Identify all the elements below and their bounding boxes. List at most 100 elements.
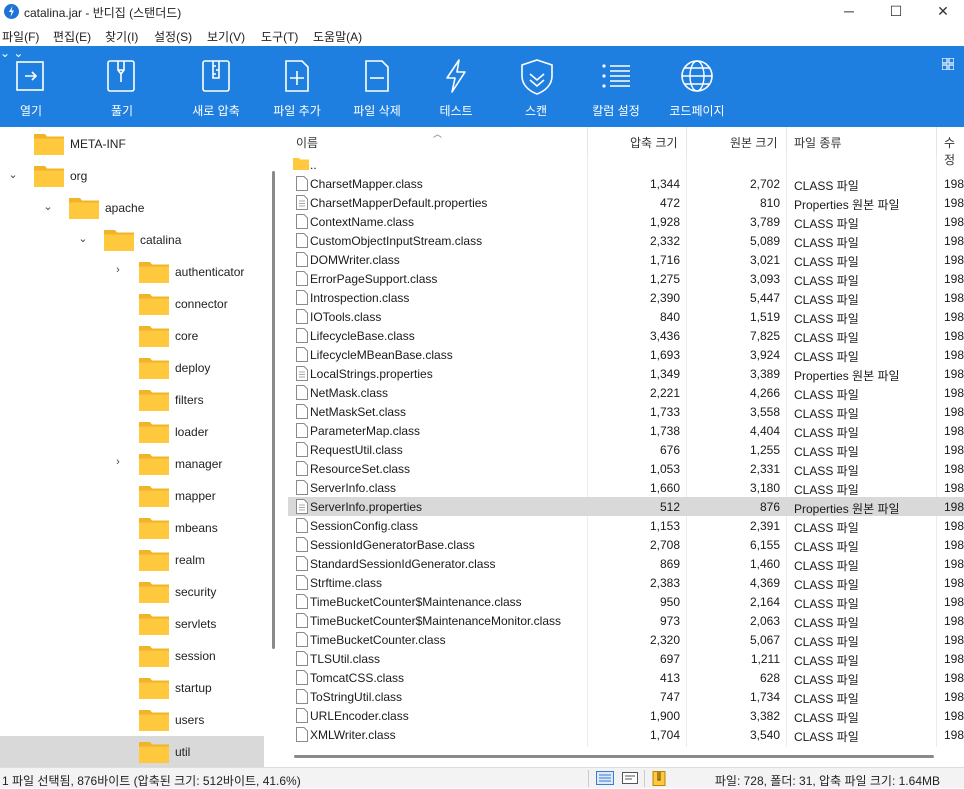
add-file-button[interactable]: 파일 추가 — [264, 46, 330, 127]
file-row[interactable]: Introspection.class 2,390 5,447 CLASS 파일 198 — [288, 288, 964, 307]
delete-file-button[interactable]: 파일 삭제 — [344, 46, 410, 127]
file-row[interactable]: IOTools.class 840 1,519 CLASS 파일 198 — [288, 307, 964, 326]
file-type: CLASS 파일 — [794, 578, 859, 592]
tree-item[interactable]: realm — [0, 544, 264, 576]
tree-item[interactable]: loader — [0, 416, 264, 448]
tree-item[interactable]: › authenticator — [0, 256, 264, 288]
tree-item[interactable]: users — [0, 704, 264, 736]
file-row[interactable]: DOMWriter.class 1,716 3,021 CLASS 파일 198 — [288, 250, 964, 269]
column-settings-button[interactable]: 칼럼 설정 — [584, 46, 648, 127]
file-name: Strftime.class — [310, 576, 383, 590]
file-row[interactable]: XMLWriter.class 1,704 3,540 CLASS 파일 198 — [288, 725, 964, 744]
file-row[interactable]: TLSUtil.class 697 1,211 CLASS 파일 198 — [288, 649, 964, 668]
tree-item[interactable]: › manager — [0, 448, 264, 480]
menu-file[interactable]: 파일(F) — [2, 28, 39, 45]
file-row[interactable]: TimeBucketCounter.class 2,320 5,067 CLASS 파… — [288, 630, 964, 649]
file-row[interactable]: LifecycleBase.class 3,436 7,825 CLASS 파일 198 — [288, 326, 964, 345]
chevron-down-icon[interactable]: ⌄ — [77, 232, 89, 245]
tree-item-label: mbeans — [175, 521, 218, 535]
column-divider[interactable] — [936, 127, 937, 155]
column-divider[interactable] — [686, 127, 687, 155]
tree-item[interactable]: session — [0, 640, 264, 672]
file-row[interactable]: ErrorPageSupport.class 1,275 3,093 CLASS 파일… — [288, 269, 964, 288]
folder-icon — [139, 390, 169, 411]
modified-date: 198 — [944, 234, 964, 248]
column-divider[interactable] — [587, 127, 588, 155]
scan-button[interactable]: 스캔 — [506, 46, 566, 127]
tree-item[interactable]: filters — [0, 384, 264, 416]
tree-item[interactable]: mapper — [0, 480, 264, 512]
new-archive-button[interactable]: 새로 압축 — [184, 46, 248, 127]
tree-item[interactable]: deploy — [0, 352, 264, 384]
open-button[interactable]: 열기 — [0, 46, 62, 127]
menu-find[interactable]: 찾기(I) — [105, 28, 138, 45]
tree-item[interactable]: META-INF — [0, 128, 264, 160]
chevron-down-icon[interactable]: ⌄ — [7, 168, 19, 181]
tree-item[interactable]: ⌄ catalina — [0, 224, 264, 256]
tree-item[interactable]: ⌄ apache — [0, 192, 264, 224]
tree-item[interactable]: mbeans — [0, 512, 264, 544]
details-view-icon[interactable] — [596, 771, 614, 785]
tree-item[interactable]: startup — [0, 672, 264, 704]
column-divider[interactable] — [786, 127, 787, 155]
layout-grid-icon[interactable] — [942, 58, 954, 70]
tree-item[interactable]: connector — [0, 288, 264, 320]
file-row[interactable]: TomcatCSS.class 413 628 CLASS 파일 198 — [288, 668, 964, 687]
file-row[interactable]: CharsetMapper.class 1,344 2,702 CLASS 파일 198 — [288, 174, 964, 193]
compressed-size: 697 — [659, 652, 680, 666]
folder-icon — [34, 134, 64, 155]
maximize-button[interactable]: ☐ — [873, 0, 919, 24]
file-row[interactable]: LifecycleMBeanBase.class 1,693 3,924 CLASS … — [288, 345, 964, 364]
original-size: 4,404 — [749, 424, 780, 438]
chevron-down-icon[interactable]: ⌄ — [42, 200, 54, 213]
column-header-file-type[interactable]: 파일 종류 — [794, 134, 842, 151]
file-row[interactable]: Strftime.class 2,383 4,369 CLASS 파일 198 — [288, 573, 964, 592]
tree-item[interactable]: ⌄ org — [0, 160, 264, 192]
file-name: XMLWriter.class — [310, 728, 396, 742]
file-row[interactable]: RequestUtil.class 676 1,255 CLASS 파일 198 — [288, 440, 964, 459]
file-row[interactable]: CustomObjectInputStream.class 2,332 5,089 C… — [288, 231, 964, 250]
file-row[interactable]: CharsetMapperDefault.properties 472 810 Pro… — [288, 193, 964, 212]
close-button[interactable]: ✕ — [920, 0, 964, 24]
file-row[interactable]: StandardSessionIdGenerator.class 869 1,460… — [288, 554, 964, 573]
chevron-right-icon[interactable]: › — [112, 264, 124, 276]
menu-settings[interactable]: 설정(S) — [154, 28, 192, 45]
tree-item[interactable]: security — [0, 576, 264, 608]
file-row[interactable]: TimeBucketCounter$Maintenance.class 950 2,… — [288, 592, 964, 611]
preview-pane-icon[interactable] — [622, 771, 638, 785]
menu-help[interactable]: 도움말(A) — [313, 28, 362, 45]
tree-item[interactable]: util — [0, 736, 264, 767]
menu-view[interactable]: 보기(V) — [207, 28, 245, 45]
horizontal-scrollbar[interactable] — [294, 755, 934, 758]
codepage-button[interactable]: 코드페이지 — [662, 46, 732, 127]
modified-date: 198 — [944, 329, 964, 343]
file-list-header: ︿ 이름 압축 크기 원본 크기 파일 종류 수정 — [288, 127, 964, 167]
chevron-right-icon[interactable]: › — [112, 456, 124, 468]
file-row[interactable]: ToStringUtil.class 747 1,734 CLASS 파일 198 — [288, 687, 964, 706]
column-header-compressed-size[interactable]: 압축 크기 — [630, 134, 678, 151]
test-button[interactable]: 테스트 — [426, 46, 486, 127]
menu-tools[interactable]: 도구(T) — [261, 28, 298, 45]
file-row[interactable]: ParameterMap.class 1,738 4,404 CLASS 파일 198 — [288, 421, 964, 440]
file-row[interactable]: SessionConfig.class 1,153 2,391 CLASS 파일 198 — [288, 516, 964, 535]
extract-button[interactable]: 풀기 — [90, 46, 154, 127]
file-row[interactable]: LocalStrings.properties 1,349 3,389 Propert… — [288, 364, 964, 383]
file-row[interactable]: ResourceSet.class 1,053 2,331 CLASS 파일 198 — [288, 459, 964, 478]
file-row[interactable]: NetMask.class 2,221 4,266 CLASS 파일 198 — [288, 383, 964, 402]
column-header-original-size[interactable]: 원본 크기 — [730, 134, 778, 151]
file-row[interactable]: SessionIdGeneratorBase.class 2,708 6,155 CL… — [288, 535, 964, 554]
file-row[interactable]: ServerInfo.properties 512 876 Properties 원본… — [288, 497, 964, 516]
file-row[interactable]: ContextName.class 1,928 3,789 CLASS 파일 198 — [288, 212, 964, 231]
parent-directory-row[interactable]: .. — [288, 155, 964, 174]
file-row[interactable]: URLEncoder.class 1,900 3,382 CLASS 파일 198 — [288, 706, 964, 725]
column-header-name[interactable]: 이름 — [296, 134, 318, 151]
tree-item[interactable]: servlets — [0, 608, 264, 640]
tree-scrollbar[interactable] — [272, 171, 275, 649]
file-row[interactable]: NetMaskSet.class 1,733 3,558 CLASS 파일 198 — [288, 402, 964, 421]
menu-edit[interactable]: 편집(E) — [53, 28, 91, 45]
tree-item[interactable]: core — [0, 320, 264, 352]
minimize-button[interactable]: ─ — [826, 0, 872, 24]
file-row[interactable]: TimeBucketCounter$MaintenanceMonitor.cla… — [288, 611, 964, 630]
file-row[interactable]: ServerInfo.class 1,660 3,180 CLASS 파일 198 — [288, 478, 964, 497]
folder-icon — [139, 678, 169, 699]
